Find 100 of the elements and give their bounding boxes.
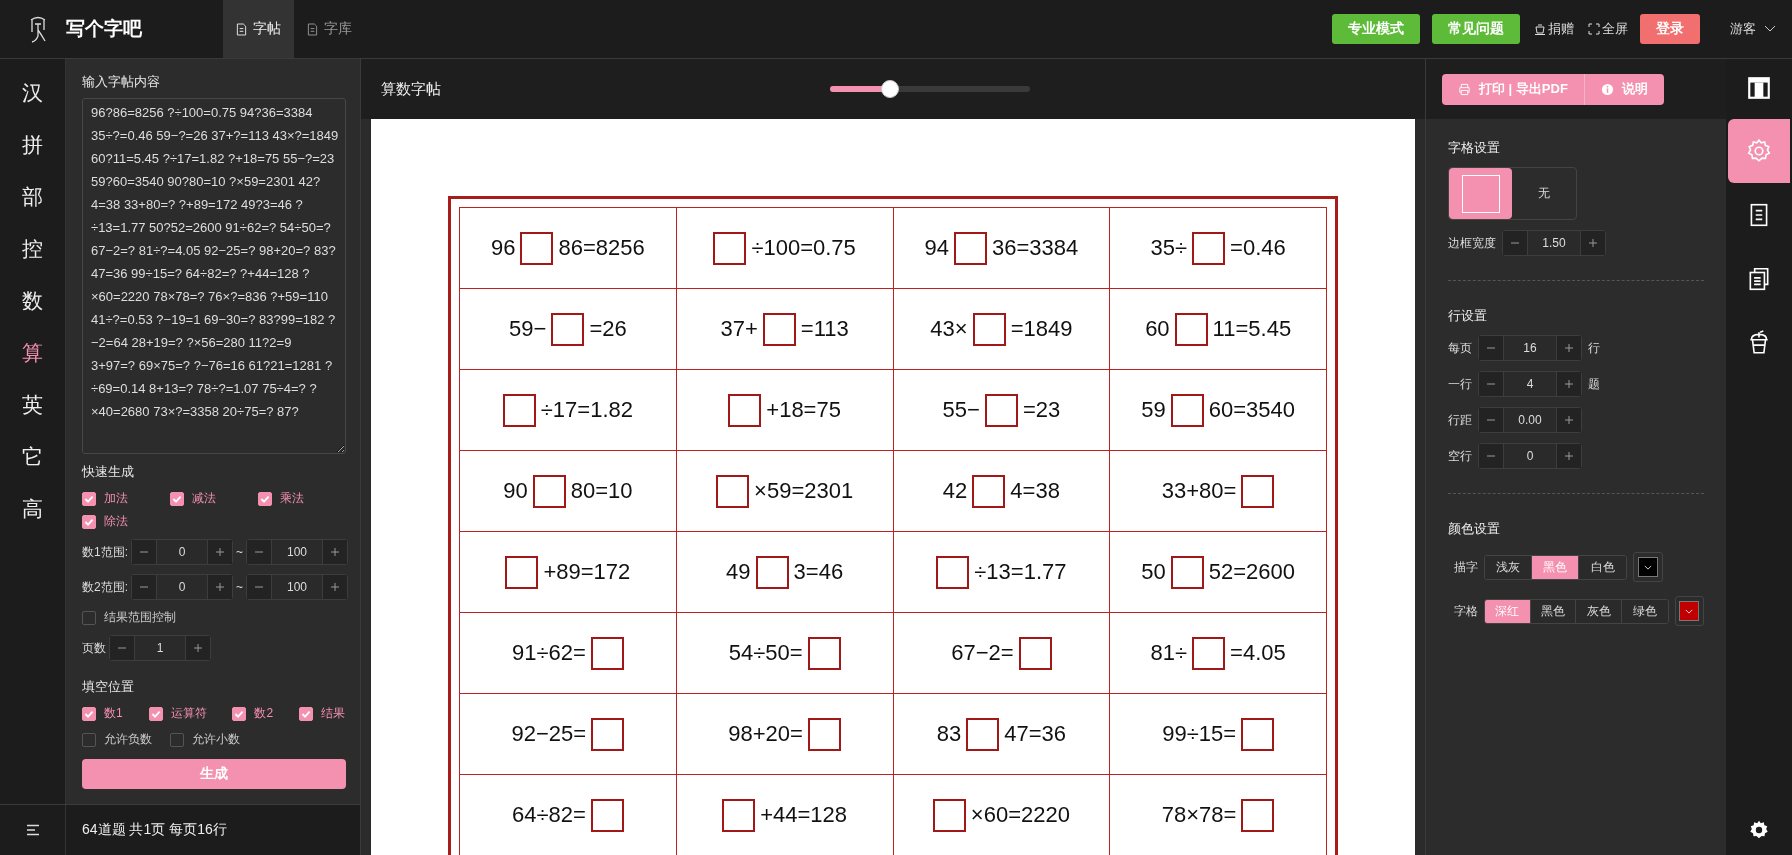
equation-text: =1849 xyxy=(1010,316,1073,342)
checkbox[interactable] xyxy=(82,732,96,747)
field-label: 空行 xyxy=(1448,447,1472,465)
color-picker[interactable] xyxy=(1674,596,1704,626)
answer-box[interactable] xyxy=(932,798,966,832)
equation-text: 67−2= xyxy=(951,640,1014,666)
nav-item[interactable]: 高 xyxy=(7,483,58,535)
answer-box[interactable] xyxy=(1192,636,1226,670)
answer-box[interactable] xyxy=(1241,798,1275,832)
answer-box[interactable] xyxy=(954,231,987,265)
unit-label: 行 xyxy=(1588,339,1600,357)
answer-box[interactable] xyxy=(1192,231,1226,265)
number-field[interactable]: 0.00 xyxy=(1503,408,1557,432)
field-label: 边框宽度 xyxy=(1448,234,1496,252)
user-menu[interactable]: 游客 xyxy=(1730,20,1776,38)
info-icon xyxy=(1600,82,1614,96)
plus-icon xyxy=(215,547,225,557)
number-field[interactable]: 1.50 xyxy=(1527,231,1581,255)
equation-text: 43× xyxy=(930,316,968,342)
checkbox[interactable] xyxy=(170,732,184,747)
number-field[interactable]: 0 xyxy=(156,540,208,564)
answer-box[interactable] xyxy=(520,231,554,265)
answer-box[interactable] xyxy=(972,474,1006,508)
color-picker[interactable] xyxy=(1633,552,1663,582)
equation-text: 59− xyxy=(509,316,547,342)
number-field[interactable]: 16 xyxy=(1503,336,1557,360)
checkbox-label: 允许小数 xyxy=(192,731,240,748)
answer-box[interactable] xyxy=(591,717,625,751)
nav-item[interactable]: 英 xyxy=(7,379,58,431)
number-field[interactable]: 1 xyxy=(134,636,186,660)
nav-item[interactable]: 数 xyxy=(7,275,58,327)
equation-text: +18=75 xyxy=(766,397,841,423)
checkbox[interactable] xyxy=(82,514,96,529)
nav-item[interactable]: 算 xyxy=(7,327,58,379)
answer-box[interactable] xyxy=(972,312,1006,346)
checkbox[interactable] xyxy=(148,706,163,721)
section-title: 颜色设置 xyxy=(1448,520,1501,538)
number-field[interactable]: 100 xyxy=(271,540,324,564)
answer-box[interactable] xyxy=(551,312,585,346)
equation-text: 64÷82= xyxy=(511,802,586,828)
answer-box[interactable] xyxy=(755,555,789,589)
equation-text: 98+20= xyxy=(728,721,803,747)
nav-item[interactable]: 部 xyxy=(7,171,58,223)
nav-tab[interactable]: 字帖 xyxy=(223,0,294,58)
nav-item[interactable]: 汉 xyxy=(7,67,58,119)
equation-text: =113 xyxy=(800,316,849,342)
answer-box[interactable] xyxy=(502,393,536,427)
checkbox[interactable] xyxy=(170,491,184,506)
nav-tab[interactable]: 字库 xyxy=(294,0,365,58)
menu-icon[interactable] xyxy=(25,824,40,836)
equation-text: 47=36 xyxy=(1004,721,1066,747)
plus-icon xyxy=(1564,379,1574,389)
answer-box[interactable] xyxy=(728,393,762,427)
equation-text: 94 xyxy=(924,235,949,261)
answer-box[interactable] xyxy=(713,231,747,265)
answer-box[interactable] xyxy=(807,717,841,751)
answer-box[interactable] xyxy=(532,474,566,508)
checkbox-label: 减法 xyxy=(192,490,216,507)
answer-box[interactable] xyxy=(590,798,624,832)
checkbox[interactable] xyxy=(82,610,96,625)
equation-text: 49 xyxy=(726,559,751,585)
chevron-down-icon xyxy=(1764,25,1776,33)
plus-icon xyxy=(1564,415,1574,425)
equation-text: 55− xyxy=(942,397,980,423)
fullscreen-link[interactable]: 全屏 xyxy=(1586,20,1630,38)
answer-box[interactable] xyxy=(807,636,841,670)
number-field[interactable]: 0 xyxy=(156,575,208,599)
answer-box[interactable] xyxy=(984,393,1018,427)
color-option[interactable]: 浅灰 xyxy=(1485,555,1532,579)
answer-box[interactable] xyxy=(716,474,750,508)
donate-link[interactable]: 捐赠 xyxy=(1532,20,1576,38)
checkbox[interactable] xyxy=(82,706,96,721)
answer-box[interactable] xyxy=(505,555,539,589)
content-input[interactable]: 96?86=8256 ?÷100=0.75 94?36=3384 35÷?=0.46 59−?=26 37+?=113 43×?=1849 60?11=5.45 ?÷17=1.82 ?+18=75 55−?=23 59?60=3540 90?80=10 ?×59=2301 42?4=38 33+80=? ?+89=172 49?3=46 ?÷13=1.77 50?52=2600 91÷62=? 54÷50=? 67−2=? 81÷?=4.05 92−25=? 98+20=? 83?47=36 99÷15=? 64÷82=? ?+44=128 ?×60=2220 78×78=? 76×?=836 ?+59=110 41÷?=0.53 ?−19=1 69−30=? 83?99=182 ?−2=64 28+19=? ?×56=280 11?2=9 3+97=? 69×75=? ?−76=16 61?21=1281 ?÷69=0.14 8+13=? 78÷?=1.07 75÷4=? ?×40=2680 73×?=3358 20÷75=? 87? xyxy=(82,98,346,454)
answer-box[interactable] xyxy=(1170,555,1204,589)
number-field[interactable]: 4 xyxy=(1503,372,1557,396)
answer-box[interactable] xyxy=(936,555,970,589)
answer-box[interactable] xyxy=(966,717,1000,751)
settings-icon[interactable] xyxy=(1748,819,1770,841)
answer-box[interactable] xyxy=(1174,312,1208,346)
checkbox[interactable] xyxy=(258,491,272,506)
equation-text: +44=128 xyxy=(760,802,848,828)
answer-box[interactable] xyxy=(1170,393,1204,427)
plus-icon xyxy=(1564,343,1574,353)
number-field[interactable]: 0 xyxy=(1503,444,1557,468)
checkbox[interactable] xyxy=(299,706,314,721)
answer-box[interactable] xyxy=(1241,717,1275,751)
number-field[interactable]: 100 xyxy=(271,575,324,599)
equation-text: ÷13=1.77 xyxy=(974,559,1067,585)
answer-box[interactable] xyxy=(722,798,756,832)
nav-item[interactable]: 它 xyxy=(7,431,58,483)
equation-text: 81÷ xyxy=(1150,640,1188,666)
answer-box[interactable] xyxy=(1018,636,1052,670)
checkbox[interactable] xyxy=(82,491,96,506)
answer-box[interactable] xyxy=(762,312,796,346)
nav-item[interactable]: 控 xyxy=(7,223,58,275)
answer-box[interactable] xyxy=(590,636,624,670)
checkbox[interactable] xyxy=(232,706,247,721)
answer-box[interactable] xyxy=(1241,474,1275,508)
nav-item[interactable]: 拼 xyxy=(7,119,58,171)
